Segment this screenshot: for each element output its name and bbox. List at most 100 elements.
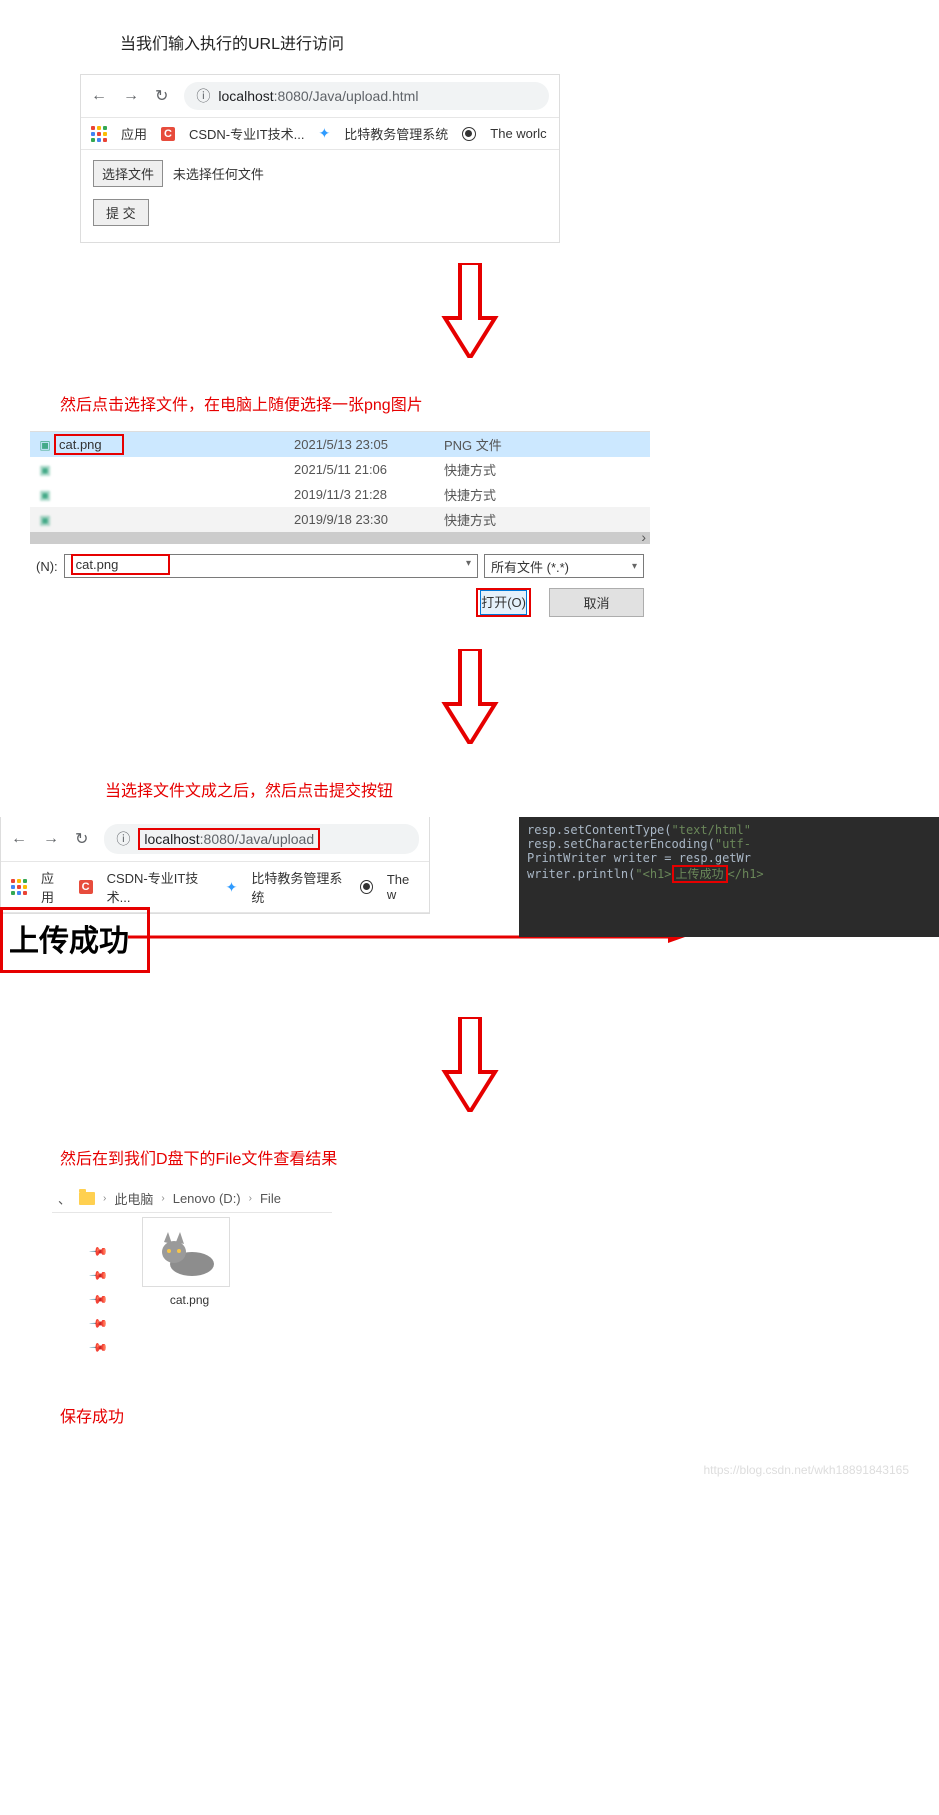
url-path: :8080/Java/upload.html — [274, 88, 419, 104]
apps-label[interactable]: 应用 — [41, 868, 65, 906]
watermark-text: https://blog.csdn.net/wkh18891843165 — [0, 1443, 939, 1507]
github-icon — [360, 880, 373, 894]
pin-icon: 📌 — [89, 1242, 106, 1259]
file-type: 快捷方式 — [444, 460, 644, 479]
arrow-2 — [0, 649, 939, 747]
code-string: "text/html" — [672, 823, 751, 837]
dropdown-icon[interactable]: ▾ — [466, 558, 471, 569]
csdn-icon: C — [161, 127, 175, 141]
file-type: 快捷方式 — [444, 510, 644, 529]
step3-caption: 当选择文件文成之后，然后点击提交按钮 — [105, 777, 939, 801]
step2-caption: 然后点击选择文件，在电脑上随便选择一张png图片 — [60, 391, 939, 415]
cancel-button[interactable]: 取消 — [549, 588, 644, 617]
info-icon: ⓘ — [116, 829, 130, 849]
code-line: PrintWriter writer = resp.getWr — [527, 851, 751, 865]
browser-window-2: ← → ↻ ⓘ localhost:8080/Java/upload 应用 C … — [0, 817, 430, 914]
filename-label: (N): — [36, 559, 58, 574]
apps-label[interactable]: 应用 — [121, 124, 147, 143]
file-icon: ▣ — [36, 513, 54, 527]
file-row[interactable]: ▣ 2019/9/18 23:30 快捷方式 — [30, 507, 650, 532]
step4-caption: 然后在到我们D盘下的File文件查看结果 — [60, 1145, 939, 1169]
file-row[interactable]: ▣ 2019/11/3 21:28 快捷方式 — [30, 482, 650, 507]
nav-toolbar: ← → ↻ ⓘ localhost:8080/Java/upload — [1, 817, 429, 862]
file-tile-name: cat.png — [142, 1293, 237, 1307]
pin-icon: 📌 — [89, 1266, 106, 1283]
file-thumbnail[interactable]: cat.png — [142, 1217, 237, 1307]
submit-button[interactable]: 提 交 — [93, 199, 149, 226]
code-line: writer.println( — [527, 867, 635, 881]
thumbnail-image — [142, 1217, 230, 1287]
forward-icon[interactable]: → — [123, 87, 139, 105]
bit-icon: ✦ — [319, 125, 331, 142]
folder-icon — [79, 1192, 95, 1205]
filename-value: cat.png — [71, 554, 171, 575]
file-list: ▣ cat.png 2021/5/13 23:05 PNG 文件 ▣ 2021/… — [30, 432, 650, 532]
code-string: "<h1> — [635, 867, 671, 881]
back-icon[interactable]: ← — [11, 830, 27, 848]
crumb-drive[interactable]: Lenovo (D:) — [173, 1191, 241, 1206]
breadcrumb-backtick: 、 — [58, 1189, 71, 1208]
open-button[interactable]: 打开(O) — [480, 590, 527, 615]
file-explorer: 、 › 此电脑 › Lenovo (D:) › File 📌 📌 📌 📌 📌 — [52, 1185, 332, 1373]
bookmark-csdn[interactable]: CSDN-专业IT技术... — [107, 868, 212, 906]
dropdown-icon: ▾ — [632, 561, 637, 572]
apps-icon[interactable] — [11, 879, 27, 895]
file-name-selected: cat.png — [54, 434, 124, 455]
arrow-1 — [0, 263, 939, 361]
code-line: resp.setContentType( — [527, 823, 672, 837]
back-icon[interactable]: ← — [91, 87, 107, 105]
file-icon: ▣ — [36, 488, 54, 502]
chevron-right-icon: › — [249, 1193, 252, 1204]
crumb-folder[interactable]: File — [260, 1191, 281, 1206]
chevron-right-icon: › — [161, 1193, 164, 1204]
reload-icon[interactable]: ↻ — [75, 829, 88, 849]
file-type: PNG 文件 — [444, 435, 644, 454]
file-row-selected[interactable]: ▣ cat.png 2021/5/13 23:05 PNG 文件 — [30, 432, 650, 457]
page-body: 选择文件 未选择任何文件 提 交 — [81, 150, 559, 242]
bookmarks-bar: 应用 C CSDN-专业IT技术... ✦ 比特教务管理系统 The w — [1, 862, 429, 913]
file-date: 2021/5/11 21:06 — [294, 462, 444, 477]
file-type: 快捷方式 — [444, 485, 644, 504]
file-icon: ▣ — [36, 463, 54, 477]
filetype-filter[interactable]: 所有文件 (*.*) ▾ — [484, 554, 644, 578]
scroll-right-icon[interactable]: › — [641, 529, 646, 545]
filename-input[interactable]: cat.png ▾ — [64, 554, 478, 578]
breadcrumb[interactable]: 、 › 此电脑 › Lenovo (D:) › File — [52, 1185, 332, 1212]
bookmark-world[interactable]: The worlc — [490, 126, 546, 141]
pin-icon: 📌 — [89, 1290, 106, 1307]
file-date: 2021/5/13 23:05 — [294, 437, 444, 452]
crumb-this-pc[interactable]: 此电脑 — [114, 1189, 153, 1208]
bookmark-world[interactable]: The w — [387, 872, 419, 902]
scrollbar[interactable]: › — [30, 532, 650, 544]
info-icon: ⓘ — [196, 86, 210, 106]
bookmark-bit[interactable]: 比特教务管理系统 — [344, 124, 448, 143]
filter-value: 所有文件 (*.*) — [491, 557, 569, 576]
bit-icon: ✦ — [226, 879, 238, 896]
csdn-icon: C — [79, 880, 93, 894]
choose-file-button[interactable]: 选择文件 — [93, 160, 163, 187]
no-file-label: 未选择任何文件 — [173, 167, 264, 182]
bookmark-bit[interactable]: 比特教务管理系统 — [251, 868, 346, 906]
pin-icon: 📌 — [89, 1338, 106, 1355]
step1-caption: 当我们输入执行的URL进行访问 — [120, 30, 939, 54]
address-bar[interactable]: ⓘ localhost:8080/Java/upload.html — [184, 82, 549, 110]
reload-icon[interactable]: ↻ — [155, 86, 168, 106]
pin-icon: 📌 — [89, 1314, 106, 1331]
final-caption: 保存成功 — [60, 1403, 939, 1427]
file-date: 2019/9/18 23:30 — [294, 512, 444, 527]
arrow-3 — [0, 1017, 939, 1115]
address-bar[interactable]: ⓘ localhost:8080/Java/upload — [104, 824, 419, 854]
file-row[interactable]: ▣ 2021/5/11 21:06 快捷方式 — [30, 457, 650, 482]
code-line: resp.setCharacterEncoding( — [527, 837, 715, 851]
connector-arrow — [128, 935, 685, 955]
apps-icon[interactable] — [91, 126, 107, 142]
github-icon — [462, 127, 476, 141]
forward-icon[interactable]: → — [43, 830, 59, 848]
code-string: </h1> — [728, 867, 764, 881]
code-editor-snippet: resp.setContentType("text/html" resp.set… — [519, 817, 939, 937]
file-open-dialog: ▣ cat.png 2021/5/13 23:05 PNG 文件 ▣ 2021/… — [30, 431, 650, 629]
browser-window-1: ← → ↻ ⓘ localhost:8080/Java/upload.html … — [80, 74, 560, 243]
bookmark-csdn[interactable]: CSDN-专业IT技术... — [189, 124, 305, 143]
code-string: "utf- — [715, 837, 751, 851]
url-host: localhost — [218, 88, 273, 104]
